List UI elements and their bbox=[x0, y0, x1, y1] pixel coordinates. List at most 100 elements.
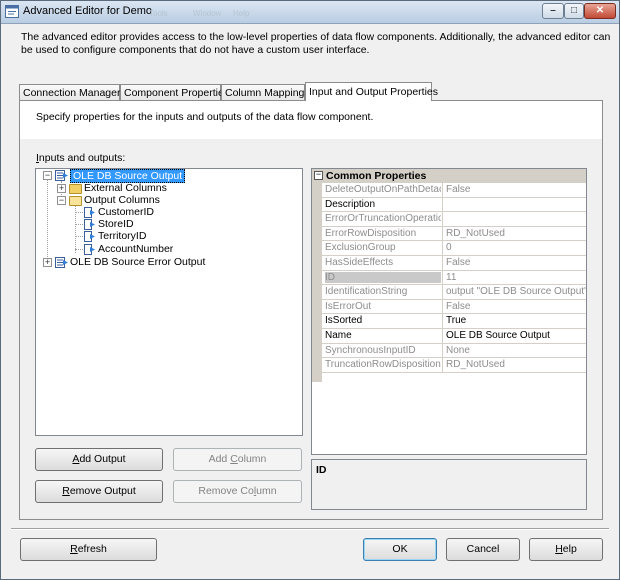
button-label: efresh bbox=[77, 543, 107, 555]
column-icon bbox=[84, 244, 95, 255]
property-value[interactable]: False bbox=[446, 184, 586, 195]
mnemonic: C bbox=[230, 453, 238, 465]
property-name: HasSideEffects bbox=[325, 257, 394, 268]
tree-node-error-output[interactable]: OLE DB Source Error Output bbox=[70, 256, 205, 269]
column-divider bbox=[442, 256, 443, 270]
column-divider bbox=[442, 270, 443, 285]
property-description-title: ID bbox=[316, 464, 327, 476]
property-name: DeleteOutputOnPathDetached bbox=[325, 184, 441, 195]
tree-node-column[interactable]: TerritoryID bbox=[98, 230, 146, 243]
tree-line bbox=[75, 236, 83, 237]
minimize-button[interactable]: – bbox=[542, 3, 564, 19]
panel-hint: Specify properties for the inputs and ou… bbox=[36, 111, 374, 123]
window-title: Advanced Editor for Demo bbox=[23, 5, 153, 17]
output-icon bbox=[55, 170, 68, 181]
property-row[interactable]: ErrorOrTruncationOperation bbox=[322, 212, 586, 227]
refresh-button[interactable]: Refresh bbox=[20, 538, 157, 561]
column-divider bbox=[442, 183, 443, 197]
maximize-button[interactable]: □ bbox=[564, 3, 584, 19]
collapse-output-columns-toggle[interactable]: − bbox=[57, 195, 66, 205]
property-row[interactable]: ErrorRowDisposition RD_NotUsed bbox=[322, 226, 586, 242]
panel-header: Specify properties for the inputs and ou… bbox=[20, 101, 602, 139]
title-bar[interactable]: Advanced Editor for Demo Tools Window He… bbox=[1, 1, 619, 24]
button-label: emove Output bbox=[69, 485, 136, 497]
close-icon: ✕ bbox=[595, 5, 605, 16]
property-value[interactable]: RD_NotUsed bbox=[446, 359, 586, 370]
add-column-button[interactable]: Add Column bbox=[173, 448, 302, 471]
property-row[interactable]: DeleteOutputOnPathDetached False bbox=[322, 183, 586, 198]
property-name: TruncationRowDisposition bbox=[325, 359, 441, 371]
tab-panel: Specify properties for the inputs and ou… bbox=[19, 100, 603, 520]
button-label: Remove Co bbox=[198, 485, 254, 497]
footer-separator bbox=[11, 528, 609, 530]
column-divider bbox=[442, 212, 443, 227]
column-icon bbox=[84, 231, 95, 242]
expand-error-output-toggle[interactable]: + bbox=[43, 257, 52, 267]
ok-button[interactable]: OK bbox=[363, 538, 437, 561]
property-row[interactable]: IsErrorOut False bbox=[322, 299, 586, 315]
minimize-icon: – bbox=[550, 5, 556, 16]
tree-line bbox=[75, 224, 83, 225]
property-value[interactable]: True bbox=[446, 315, 586, 326]
property-value[interactable]: output "OLE DB Source Output" (11) bbox=[446, 286, 586, 297]
ghost-menu-help: Help bbox=[233, 9, 250, 18]
property-row[interactable]: Name OLE DB Source Output bbox=[322, 329, 586, 344]
property-grid[interactable]: − Common Properties DeleteOutputOnPathDe… bbox=[311, 168, 587, 455]
property-row[interactable]: TruncationRowDisposition RD_NotUsed bbox=[322, 358, 586, 373]
tab-component-properties[interactable]: Component Properties bbox=[120, 84, 229, 100]
column-divider bbox=[442, 314, 443, 329]
minus-icon: − bbox=[58, 195, 65, 205]
property-name: SynchronousInputID bbox=[325, 344, 416, 356]
category-label: Common Properties bbox=[326, 170, 427, 182]
button-label: umn bbox=[256, 485, 277, 497]
property-name: ExclusionGroup bbox=[325, 242, 396, 254]
app-icon bbox=[5, 5, 19, 18]
tab-input-output-properties[interactable]: Input and Output Properties bbox=[305, 82, 438, 101]
column-divider bbox=[442, 343, 443, 358]
property-value[interactable]: 11 bbox=[446, 272, 586, 283]
property-value[interactable]: False bbox=[446, 257, 586, 268]
property-name: ID bbox=[325, 271, 441, 283]
column-divider bbox=[442, 226, 443, 241]
property-value[interactable]: RD_NotUsed bbox=[446, 228, 586, 239]
tree-line bbox=[47, 180, 48, 263]
remove-output-button[interactable]: Remove Output bbox=[35, 480, 163, 503]
tree-node-column[interactable]: AccountNumber bbox=[98, 243, 173, 256]
plus-icon: + bbox=[58, 183, 65, 193]
category-header[interactable]: − Common Properties bbox=[312, 169, 586, 183]
property-row[interactable]: IdentificationString output "OLE DB Sourc… bbox=[322, 285, 586, 300]
tab-connection-managers[interactable]: Connection Managers bbox=[19, 84, 126, 100]
property-row[interactable]: HasSideEffects False bbox=[322, 256, 586, 271]
property-row[interactable]: ExclusionGroup 0 bbox=[322, 241, 586, 256]
property-value[interactable]: None bbox=[446, 345, 586, 356]
inputs-outputs-label: Inputs and outputs: bbox=[36, 152, 125, 164]
maximize-icon: □ bbox=[570, 5, 578, 16]
help-button[interactable]: Help bbox=[529, 538, 603, 561]
editor-description: The advanced editor provides access to t… bbox=[21, 31, 611, 56]
property-row[interactable]: ID 11 bbox=[322, 270, 586, 286]
tab-column-mappings[interactable]: Column Mappings bbox=[221, 84, 310, 100]
collapse-category-toggle[interactable]: − bbox=[314, 169, 323, 180]
mnemonic: R bbox=[70, 543, 78, 555]
property-row[interactable]: Description bbox=[322, 197, 586, 213]
property-value[interactable]: 0 bbox=[446, 242, 586, 253]
remove-column-button[interactable]: Remove Column bbox=[173, 480, 302, 503]
property-row[interactable]: SynchronousInputID None bbox=[322, 343, 586, 359]
property-row[interactable]: IsSorted True bbox=[322, 314, 586, 329]
property-description-pane: ID bbox=[311, 459, 587, 510]
collapse-output-toggle[interactable]: − bbox=[43, 170, 52, 180]
button-label: Add bbox=[208, 453, 231, 465]
cancel-button[interactable]: Cancel bbox=[446, 538, 520, 561]
inputs-outputs-tree[interactable]: − OLE DB Source Output + External Column… bbox=[35, 168, 303, 436]
close-button[interactable]: ✕ bbox=[584, 3, 616, 19]
property-value[interactable]: False bbox=[446, 301, 586, 312]
property-value[interactable]: OLE DB Source Output bbox=[446, 330, 586, 341]
add-output-button[interactable]: Add Output bbox=[35, 448, 163, 471]
folder-icon bbox=[69, 184, 82, 194]
tree-node-output-label: OLE DB Source Output bbox=[70, 169, 186, 183]
expand-external-toggle[interactable]: + bbox=[57, 183, 66, 193]
column-divider bbox=[442, 358, 443, 373]
minus-icon: − bbox=[44, 170, 51, 180]
column-divider bbox=[442, 299, 443, 314]
tree-line bbox=[75, 212, 83, 213]
